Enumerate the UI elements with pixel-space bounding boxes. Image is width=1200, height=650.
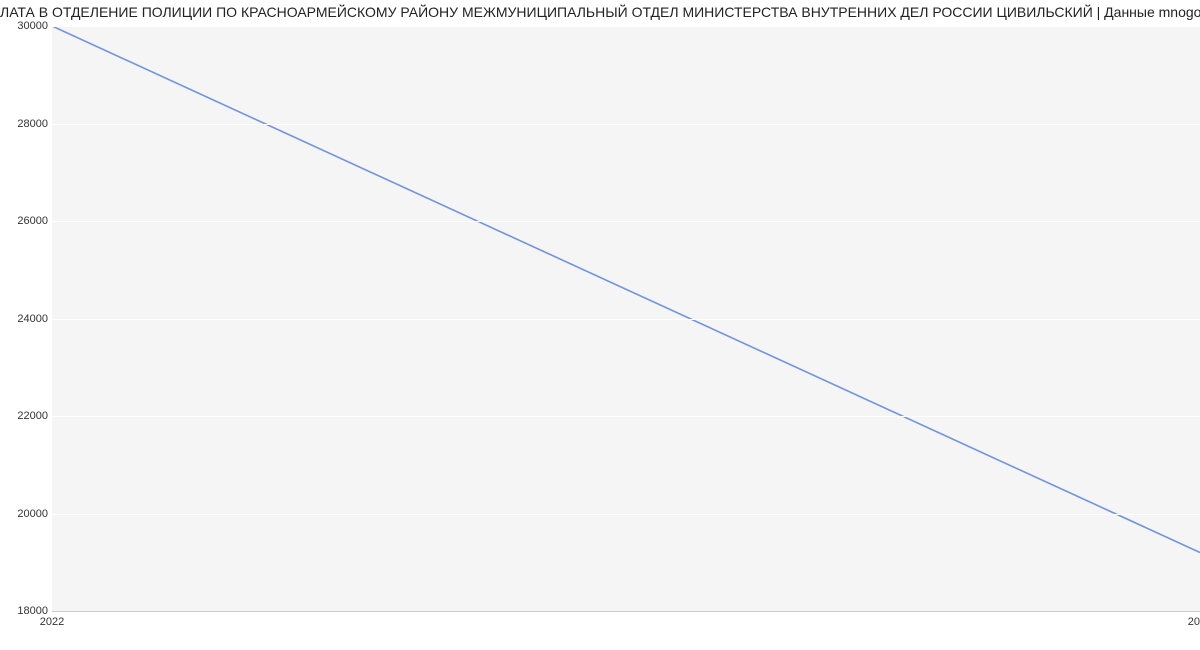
grid-line xyxy=(52,124,1200,125)
grid-line xyxy=(52,221,1200,222)
y-tick-label: 24000 xyxy=(0,313,48,325)
plot-area xyxy=(52,26,1200,612)
y-tick-label: 30000 xyxy=(0,20,48,32)
y-tick-label: 22000 xyxy=(0,410,48,422)
x-tick-label: 2024 xyxy=(1188,616,1200,628)
grid-line xyxy=(52,514,1200,515)
y-tick-label: 28000 xyxy=(0,118,48,130)
x-tick-label: 2022 xyxy=(40,616,64,628)
y-tick-label: 20000 xyxy=(0,508,48,520)
series-line xyxy=(52,26,1200,553)
grid-line xyxy=(52,319,1200,320)
chart-title: ЛАТА В ОТДЕЛЕНИЕ ПОЛИЦИИ ПО КРАСНОАРМЕЙС… xyxy=(0,4,1200,20)
grid-line xyxy=(52,416,1200,417)
y-tick-label: 26000 xyxy=(0,215,48,227)
grid-line xyxy=(52,26,1200,27)
plot-container: 1800020000220002400026000280003000020222… xyxy=(0,26,1200,646)
